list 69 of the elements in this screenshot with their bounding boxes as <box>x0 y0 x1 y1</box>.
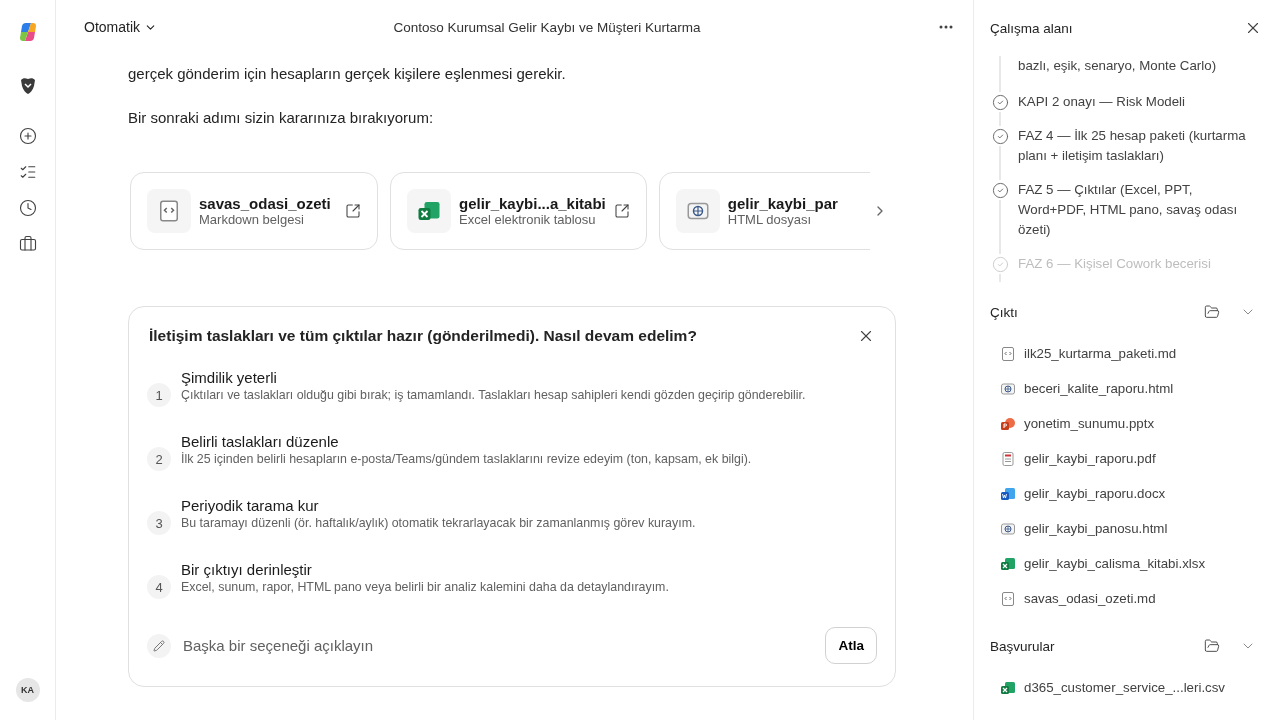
file-card[interactable]: gelir_kaybi...a_kitabi Excel elektronik tablosu <box>390 172 647 250</box>
spreadsheet-file-icon <box>1000 555 1016 572</box>
step-text: KAPI 2 onayı — Risk Modeli <box>1018 93 1186 111</box>
file-name: savas_odasi_ozeti <box>199 195 332 212</box>
pencil-icon <box>147 633 171 658</box>
step-text: FAZ 5 — Çıktılar (Excel, PPT, Word+PDF, HTML pano, savaş odası özeti) <box>1018 181 1239 239</box>
file-card[interactable]: savas_odasi_ozeti Markdown belgesi <box>130 172 378 250</box>
globe-file-icon <box>1000 520 1016 537</box>
option-title[interactable]: Periyodik tarama kur <box>181 497 696 514</box>
code-file-icon <box>157 199 181 223</box>
file-type: Excel elektronik tablosu <box>459 212 597 227</box>
step-text: bazlı, eşik, senaryo, Monte Carlo) <box>1018 57 1218 75</box>
option-title[interactable]: Bir çıktıyı derinleştir <box>181 561 669 578</box>
slides-file-icon <box>1000 415 1016 432</box>
user-avatar[interactable]: KA <box>15 678 40 702</box>
file-link[interactable]: gelir_kaybi_raporu.docx <box>1024 486 1166 501</box>
option-description: Çıktıları ve taslakları olduğu gibi bırak; iş tamamlandı. Taslakları hesap sahipleri kendi gözden geçirip gönderebilir. <box>181 388 806 402</box>
other-option-field[interactable]: Başka bir seçeneği açıklayın <box>181 636 816 655</box>
file-link[interactable]: beceri_kalite_raporu.html <box>1024 381 1174 396</box>
file-link[interactable]: ilk25_kurtarma_paketi.md <box>1024 346 1177 361</box>
skip-button[interactable]: Atla <box>825 627 877 664</box>
file-type: HTML dosyası <box>727 212 813 227</box>
file-link[interactable]: gelir_kaybi_raporu.pdf <box>1024 451 1156 466</box>
file-link[interactable]: savas_odasi_ozeti.md <box>1024 591 1156 606</box>
section-title: Çıktı <box>990 304 1018 320</box>
option-number: 2 <box>147 447 171 471</box>
more-button[interactable] <box>937 23 955 31</box>
conversation-title: Contoso Kurumsal Gelir Kaybı ve Müşteri Kurtarma <box>392 19 702 35</box>
code-file-icon <box>1000 590 1016 607</box>
option-description: Bu taramayı düzenli (ör. haftalık/aylık) otomatik tekrarlayacak bir zamanlanmış görev kurayım. <box>181 516 696 530</box>
option-number: 4 <box>147 575 171 599</box>
section-title: Başvurular <box>990 638 1055 654</box>
file-card[interactable]: gelir_kaybi_par HTML dosyası <box>658 172 870 250</box>
option-description: Excel, sunum, rapor, HTML pano veya belirli bir analiz kalemini daha da detaylandırayım. <box>181 580 669 594</box>
message-text: gerçek gönderim için hesapların gerçek kişilere eşlenmesi gerekir. <box>128 64 567 84</box>
step-text: FAZ 4 — İlk 25 hesap paketi (kurtarma planı + iletişim taslakları) <box>1018 127 1247 165</box>
checklist-icon <box>18 163 37 181</box>
clock-icon <box>18 199 37 217</box>
option-number: 3 <box>147 511 171 535</box>
panel-title: Çalışma alanı <box>990 20 1073 36</box>
file-name: gelir_kaybi...a_kitabi <box>459 195 606 212</box>
step-text: FAZ 6 — Kişisel Cowork becerisi <box>1018 255 1211 273</box>
spreadsheet-file-icon <box>417 199 441 223</box>
spreadsheet-file-icon <box>1000 679 1016 696</box>
option-description: İlk 25 içinden belirli hesapların e-posta/Teams/gündem taslaklarını revize edeyim (ton, kapsam, ek bilgi). <box>181 452 752 466</box>
option-title[interactable]: Belirli taslakları düzenle <box>181 433 752 450</box>
open-external-icon[interactable] <box>345 203 361 219</box>
file-link[interactable]: gelir_kaybi_calisma_kitabi.xlsx <box>1024 556 1206 571</box>
folder-icon <box>1204 304 1220 320</box>
code-file-icon <box>1000 345 1016 362</box>
document-file-icon <box>1000 485 1016 502</box>
briefcase-icon <box>18 235 37 253</box>
folder-icon <box>1204 638 1220 654</box>
option-title[interactable]: Şimdilik yeterli <box>181 369 806 386</box>
file-link[interactable]: gelir_kaybi_panosu.html <box>1024 521 1168 536</box>
file-type: Markdown belgesi <box>199 212 305 227</box>
file-link[interactable]: yonetim_sunumu.pptx <box>1024 416 1155 431</box>
option-number: 1 <box>147 383 171 407</box>
pdf-file-icon <box>1000 450 1016 467</box>
app-logo[interactable] <box>17 22 38 42</box>
plus-circle-icon <box>18 127 37 145</box>
message-text: Bir sonraki adımı sizin kararınıza bırakıyorum: <box>128 108 435 128</box>
open-external-icon[interactable] <box>613 203 630 219</box>
more-icon <box>939 25 953 29</box>
file-link[interactable]: d365_customer_service_...leri.csv <box>1024 680 1226 695</box>
mode-dropdown[interactable]: Otomatik <box>84 19 157 35</box>
question-title: İletişim taslakları ve tüm çıktılar hazır (gönderilmedi). Nasıl devam edelim? <box>149 327 697 345</box>
globe-file-icon <box>1000 380 1016 397</box>
file-name: gelir_kaybi_par <box>727 195 839 212</box>
